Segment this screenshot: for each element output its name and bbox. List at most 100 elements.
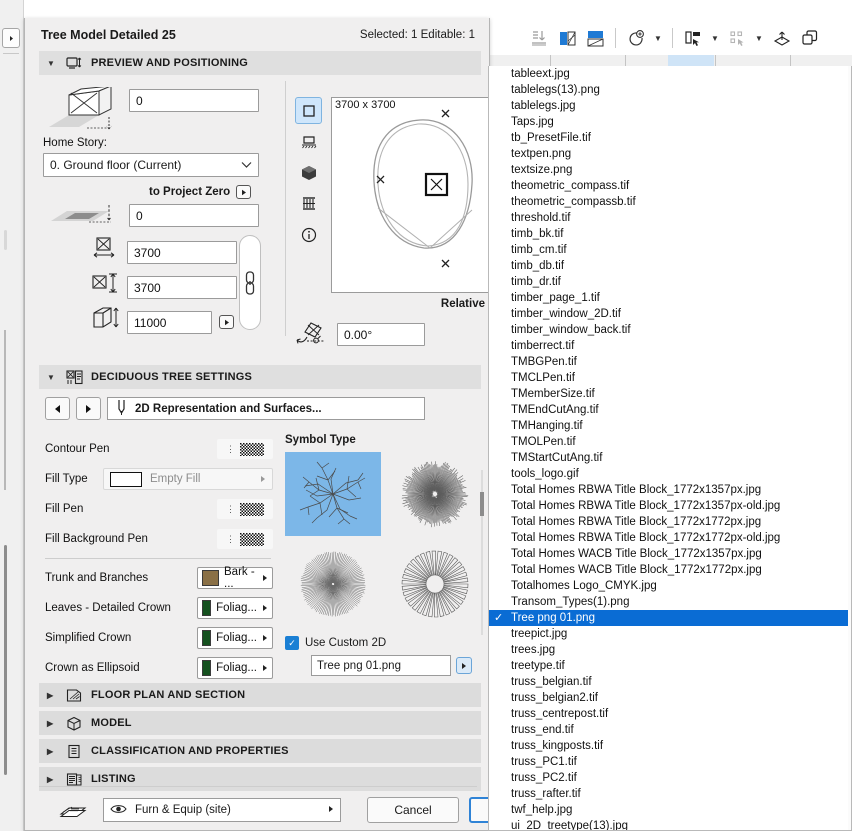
- list-item[interactable]: timb_cm.tif: [489, 242, 851, 258]
- info-icon[interactable]: [295, 221, 322, 248]
- list-item[interactable]: timb_dr.tif: [489, 274, 851, 290]
- list-item[interactable]: TMBGPen.tif: [489, 354, 851, 370]
- group-select-icon[interactable]: [681, 26, 705, 50]
- triangle-right-icon[interactable]: ▶: [47, 719, 57, 728]
- angle-input[interactable]: 0.00°: [337, 323, 425, 346]
- panel-scrollbar[interactable]: [4, 545, 7, 775]
- fill-background-pen-control[interactable]: ⋮: [217, 529, 273, 549]
- leaves-material-control[interactable]: Foliag...: [197, 597, 273, 619]
- list-item[interactable]: Total Homes WACB Title Block_1772x1357px…: [489, 546, 851, 562]
- list-item[interactable]: Total Homes RBWA Title Block_1772x1357px…: [489, 482, 851, 498]
- symbol-option-dense-radial[interactable]: [387, 452, 483, 536]
- custom-file-input[interactable]: Tree png 01.png: [311, 655, 451, 676]
- copy-layers-icon[interactable]: [797, 26, 821, 50]
- list-item[interactable]: theometric_compassb.tif: [489, 194, 851, 210]
- height-input[interactable]: 11000: [127, 311, 212, 334]
- list-item[interactable]: timb_db.tif: [489, 258, 851, 274]
- triangle-down-icon[interactable]: ▼: [47, 59, 57, 68]
- list-item[interactable]: TMOLPen.tif: [489, 434, 851, 450]
- arrow-right-icon[interactable]: [236, 185, 251, 199]
- section-view-icon[interactable]: [295, 190, 322, 217]
- section-header-model[interactable]: ▶ MODEL: [39, 711, 481, 735]
- list-item[interactable]: timberrect.tif: [489, 338, 851, 354]
- list-item[interactable]: timber_page_1.tif: [489, 290, 851, 306]
- list-item[interactable]: truss_PC1.tif: [489, 754, 851, 770]
- use-custom-2d-checkbox[interactable]: ✓: [285, 636, 299, 650]
- section-header-preview-positioning[interactable]: ▼ PREVIEW AND POSITIONING: [39, 51, 481, 75]
- list-item[interactable]: TMHanging.tif: [489, 418, 851, 434]
- section-header-deciduous-tree-settings[interactable]: ▼ DECIDUOUS TREE SETTINGS: [39, 365, 481, 389]
- 2d-top-view-icon[interactable]: [295, 97, 322, 124]
- use-custom-2d-row[interactable]: ✓ Use Custom 2D: [285, 636, 497, 650]
- section-header-floor-plan-and-section[interactable]: ▶ FLOOR PLAN AND SECTION: [39, 683, 481, 707]
- home-story-select[interactable]: 0. Ground floor (Current): [43, 153, 259, 177]
- trunk-material-control[interactable]: Bark - ...: [197, 567, 273, 589]
- list-item[interactable]: Total Homes RBWA Title Block_1772x1772px…: [489, 530, 851, 546]
- list-item[interactable]: tools_logo.gif: [489, 466, 851, 482]
- list-item[interactable]: ✓Tree png 01.png: [489, 610, 851, 626]
- symbol-option-wedge-radial[interactable]: [387, 542, 483, 626]
- page-selector[interactable]: 2D Representation and Surfaces...: [107, 397, 425, 420]
- symbol-option-detailed-branches[interactable]: [285, 452, 381, 536]
- caret-down-icon[interactable]: ▼: [709, 26, 721, 50]
- section-header-classification-and-properties[interactable]: ▶ CLASSIFICATION AND PROPERTIES: [39, 739, 481, 763]
- list-item[interactable]: treepict.jpg: [489, 626, 851, 642]
- panel-expand-icon[interactable]: [2, 28, 20, 48]
- list-item[interactable]: TMCLPen.tif: [489, 370, 851, 386]
- simplified-crown-material-control[interactable]: Foliag...: [197, 627, 273, 649]
- triangle-right-icon[interactable]: ▶: [47, 747, 57, 756]
- custom-file-browse-button[interactable]: [456, 657, 472, 674]
- list-item[interactable]: truss_rafter.tif: [489, 786, 851, 802]
- list-item[interactable]: TMemberSize.tif: [489, 386, 851, 402]
- list-item[interactable]: TMEndCutAng.tif: [489, 402, 851, 418]
- list-item[interactable]: Transom_Types(1).png: [489, 594, 851, 610]
- project-zero-input[interactable]: 0: [129, 204, 259, 227]
- layer-select[interactable]: Furn & Equip (site): [103, 798, 341, 822]
- list-item[interactable]: truss_centrepost.tif: [489, 706, 851, 722]
- list-item[interactable]: timber_window_2D.tif: [489, 306, 851, 322]
- next-page-button[interactable]: [76, 397, 101, 420]
- list-item[interactable]: truss_belgian.tif: [489, 674, 851, 690]
- list-item[interactable]: trees.jpg: [489, 642, 851, 658]
- file-list-scrollbar[interactable]: [848, 66, 851, 831]
- list-item[interactable]: tb_PresetFile.tif: [489, 130, 851, 146]
- caret-down-icon[interactable]: ▼: [652, 26, 664, 50]
- triangle-right-icon[interactable]: ▶: [47, 775, 57, 784]
- list-item[interactable]: theometric_compass.tif: [489, 178, 851, 194]
- layers-stack-icon[interactable]: [59, 802, 87, 823]
- elevation-input[interactable]: 0: [129, 89, 259, 112]
- list-item[interactable]: timb_bk.tif: [489, 226, 851, 242]
- multi-select-icon[interactable]: [725, 26, 749, 50]
- crown-ellipsoid-material-control[interactable]: Foliag...: [197, 657, 273, 679]
- fill-pen-control[interactable]: ⋮: [217, 499, 273, 519]
- triangle-down-icon[interactable]: ▼: [47, 373, 57, 382]
- list-item[interactable]: treetype.tif: [489, 658, 851, 674]
- cancel-button[interactable]: Cancel: [367, 797, 459, 823]
- list-item[interactable]: Totalhomes Logo_CMYK.jpg: [489, 578, 851, 594]
- front-view-icon[interactable]: [295, 128, 322, 155]
- caret-down-icon[interactable]: ▼: [753, 26, 765, 50]
- align-bottom-icon[interactable]: [527, 26, 551, 50]
- list-item[interactable]: tablelegs(13).png: [489, 82, 851, 98]
- prev-page-button[interactable]: [45, 397, 70, 420]
- list-item[interactable]: ui_2D_treetype(13).jpg: [489, 818, 851, 831]
- depth-input[interactable]: 3700: [127, 276, 237, 299]
- list-item[interactable]: TMStartCutAng.tif: [489, 450, 851, 466]
- list-item[interactable]: timber_window_back.tif: [489, 322, 851, 338]
- chain-link-icon[interactable]: [239, 235, 261, 330]
- list-item[interactable]: Total Homes RBWA Title Block_1772x1772px…: [489, 514, 851, 530]
- triangle-right-icon[interactable]: ▶: [47, 691, 57, 700]
- list-item[interactable]: Taps.jpg: [489, 114, 851, 130]
- list-item[interactable]: twf_help.jpg: [489, 802, 851, 818]
- list-item[interactable]: tableext.jpg: [489, 66, 851, 82]
- fill-type-control[interactable]: Empty Fill: [103, 468, 273, 490]
- list-item[interactable]: Total Homes RBWA Title Block_1772x1357px…: [489, 498, 851, 514]
- mirror-icon[interactable]: [555, 26, 579, 50]
- symbol-option-fine-radial[interactable]: [285, 542, 381, 626]
- list-item[interactable]: truss_end.tif: [489, 722, 851, 738]
- preview-canvas[interactable]: 3700 x 3700: [331, 97, 511, 293]
- rotate-add-icon[interactable]: [624, 26, 648, 50]
- width-input[interactable]: 3700: [127, 241, 237, 264]
- list-item[interactable]: Total Homes WACB Title Block_1772x1772px…: [489, 562, 851, 578]
- list-item[interactable]: threshold.tif: [489, 210, 851, 226]
